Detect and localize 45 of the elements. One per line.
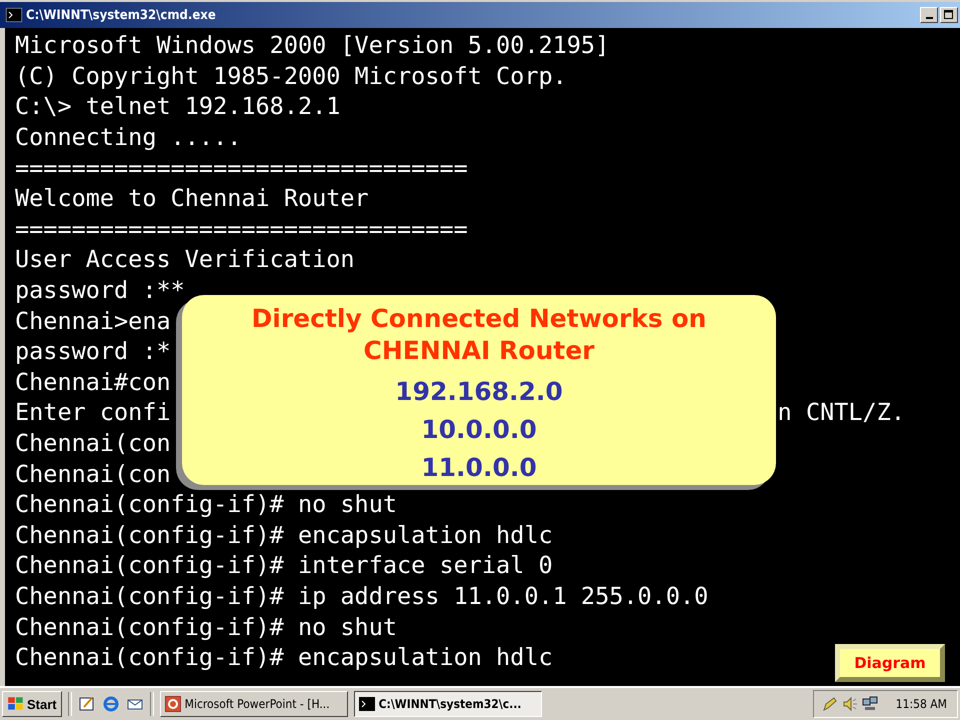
console-line: Chennai(config-if)# no shut [15, 490, 398, 518]
clock: 11:58 AM [896, 697, 947, 711]
maximize-button[interactable] [940, 7, 958, 23]
windows-logo-icon [7, 696, 25, 712]
start-button[interactable]: Start [2, 691, 62, 717]
maximize-icon [944, 10, 954, 20]
network-icon[interactable] [862, 696, 878, 712]
diagram-button[interactable]: Diagram [835, 644, 945, 682]
console-line: n CNTL/Z. [778, 398, 905, 426]
console-line: Chennai#con [15, 368, 171, 396]
console-line: password :* [15, 337, 171, 366]
console-line: ================================ [15, 214, 468, 243]
console-line: ================================ [15, 154, 468, 182]
console-line: Enter confi [15, 398, 171, 426]
console-line: Chennai(con [15, 429, 171, 458]
presentation-icon [164, 696, 181, 712]
console-line: Welcome to Chennai Router [15, 184, 369, 212]
taskbar-button[interactable]: Microsoft PowerPoint - [H... [160, 691, 348, 717]
console-line: Chennai(config-if)# encapsulation hdlc [15, 643, 553, 672]
console-line: Microsoft Windows 2000 [Version 5.00.2195] [15, 31, 610, 60]
console-line: password :** [15, 276, 185, 304]
console-line: (C) Copyright 1985-2000 Microsoft Corp. [15, 62, 567, 90]
speaker-icon[interactable] [842, 696, 858, 712]
minimize-icon [926, 17, 932, 19]
pencil-icon[interactable] [822, 696, 838, 712]
network-address: 192.168.2.0 [395, 376, 563, 408]
console-line: Chennai(con [15, 460, 171, 488]
network-address: 11.0.0.0 [421, 452, 537, 484]
console-line: Chennai(config-if)# encapsulation hdlc [15, 520, 553, 549]
console-line: Chennai(config-if)# ip address 11.0.0.1 255.0.0.0 [15, 582, 708, 610]
browser-icon[interactable] [102, 695, 120, 713]
minimize-button[interactable] [920, 7, 938, 23]
network-address: 10.0.0.0 [421, 414, 537, 446]
console-icon [6, 8, 22, 22]
console-line: User Access Verification [15, 245, 355, 274]
console-line: Chennai(config-if)# no shut [15, 612, 398, 641]
desktop-icon[interactable] [78, 695, 96, 713]
callout-title: Directly Connected Networks on CHENNAI Router [250, 303, 708, 367]
console-line: Chennai(config-if)# interface serial 0 [15, 551, 553, 580]
window-title: C:\WINNT\system32\cmd.exe [26, 8, 216, 22]
console-line: Chennai>ena [15, 306, 171, 335]
taskbar-button[interactable]: C:\WINNT\system32\c... [354, 691, 542, 717]
console-icon [358, 697, 375, 711]
console-line: Connecting ..... [15, 123, 242, 152]
console-line: C:\> telnet 192.168.2.1 [15, 92, 340, 120]
